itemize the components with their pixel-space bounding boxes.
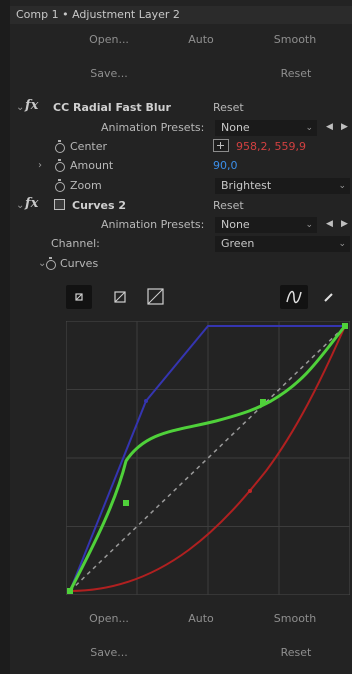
reset-button[interactable]: Reset [276,67,316,81]
zoom-label: Zoom [70,179,102,192]
collapse-chevron-icon[interactable]: ⌄ [16,200,24,211]
stopwatch-icon[interactable] [55,179,65,192]
pencil-tool-button[interactable] [316,285,342,309]
fx-icon[interactable]: fx [25,98,38,113]
auto-button[interactable]: Auto [186,33,216,47]
save-button[interactable]: Save... [89,646,129,660]
small-graph-size-button[interactable] [66,285,92,309]
bezier-tool-button[interactable] [280,285,308,309]
curves-reset[interactable]: Reset [213,199,244,212]
small-graph-icon [75,293,83,301]
expand-chevron-icon[interactable]: › [38,160,42,171]
animation-presets-label: Animation Presets: [101,121,205,134]
save-button[interactable]: Save... [89,67,129,81]
medium-graph-icon [114,291,126,303]
chevron-down-icon: ⌄ [305,123,313,133]
curves-graph[interactable] [66,321,350,595]
green-curve-point[interactable] [67,588,73,594]
auto-button[interactable]: Auto [186,612,216,626]
large-graph-size-button[interactable] [143,285,169,309]
prev-preset-icon[interactable]: ◀ [326,122,333,132]
radial-blur-reset[interactable]: Reset [213,101,244,114]
green-curve-point[interactable] [123,500,129,506]
chevron-down-icon: ⌄ [338,181,346,191]
prev-preset-icon[interactable]: ◀ [326,219,333,229]
chevron-down-icon: ⌄ [305,220,313,230]
effect-name-curves: Curves 2 [72,199,126,212]
center-value[interactable]: 958,2, 559,9 [236,140,306,153]
stopwatch-icon[interactable] [46,257,56,270]
medium-graph-size-button[interactable] [107,285,133,309]
next-preset-icon[interactable]: ▶ [341,219,348,229]
stopwatch-icon[interactable] [55,140,65,153]
panel-title: Comp 1 • Adjustment Layer 2 [10,6,352,24]
animation-presets-label: Animation Presets: [101,218,205,231]
channel-dropdown[interactable]: Green ⌄ [215,236,350,252]
fx-icon[interactable]: fx [25,196,38,211]
open-button[interactable]: Open... [89,612,129,626]
red-curve-point[interactable] [248,489,252,493]
crosshair-icon[interactable] [213,139,229,152]
amount-label: Amount [70,159,114,172]
reset-button[interactable]: Reset [276,646,316,660]
amount-value[interactable]: 90,0 [213,159,238,172]
animation-presets-dropdown[interactable]: None ⌄ [215,120,317,136]
large-graph-icon [147,288,164,305]
collapse-chevron-icon[interactable]: ⌄ [16,102,24,113]
zoom-dropdown[interactable]: Brightest ⌄ [215,178,350,194]
green-curve-point[interactable] [260,399,266,405]
bezier-pen-icon [286,290,302,304]
blue-curve-point[interactable] [144,399,148,403]
open-button[interactable]: Open... [89,33,129,47]
animation-presets-dropdown[interactable]: None ⌄ [215,217,317,233]
curves-effect-icon [54,199,65,210]
smooth-button[interactable]: Smooth [270,612,320,626]
green-curve-point[interactable] [342,323,348,329]
stopwatch-icon[interactable] [55,159,65,172]
chevron-down-icon: ⌄ [338,239,346,249]
curves-label: Curves [60,257,99,270]
effect-name-radial-blur: CC Radial Fast Blur [53,101,171,114]
effect-controls-panel: Comp 1 • Adjustment Layer 2 Open... Auto… [10,0,352,674]
channel-label: Channel: [51,237,100,250]
next-preset-icon[interactable]: ▶ [341,122,348,132]
pencil-icon [324,293,333,302]
smooth-button[interactable]: Smooth [270,33,320,47]
center-label: Center [70,140,108,153]
